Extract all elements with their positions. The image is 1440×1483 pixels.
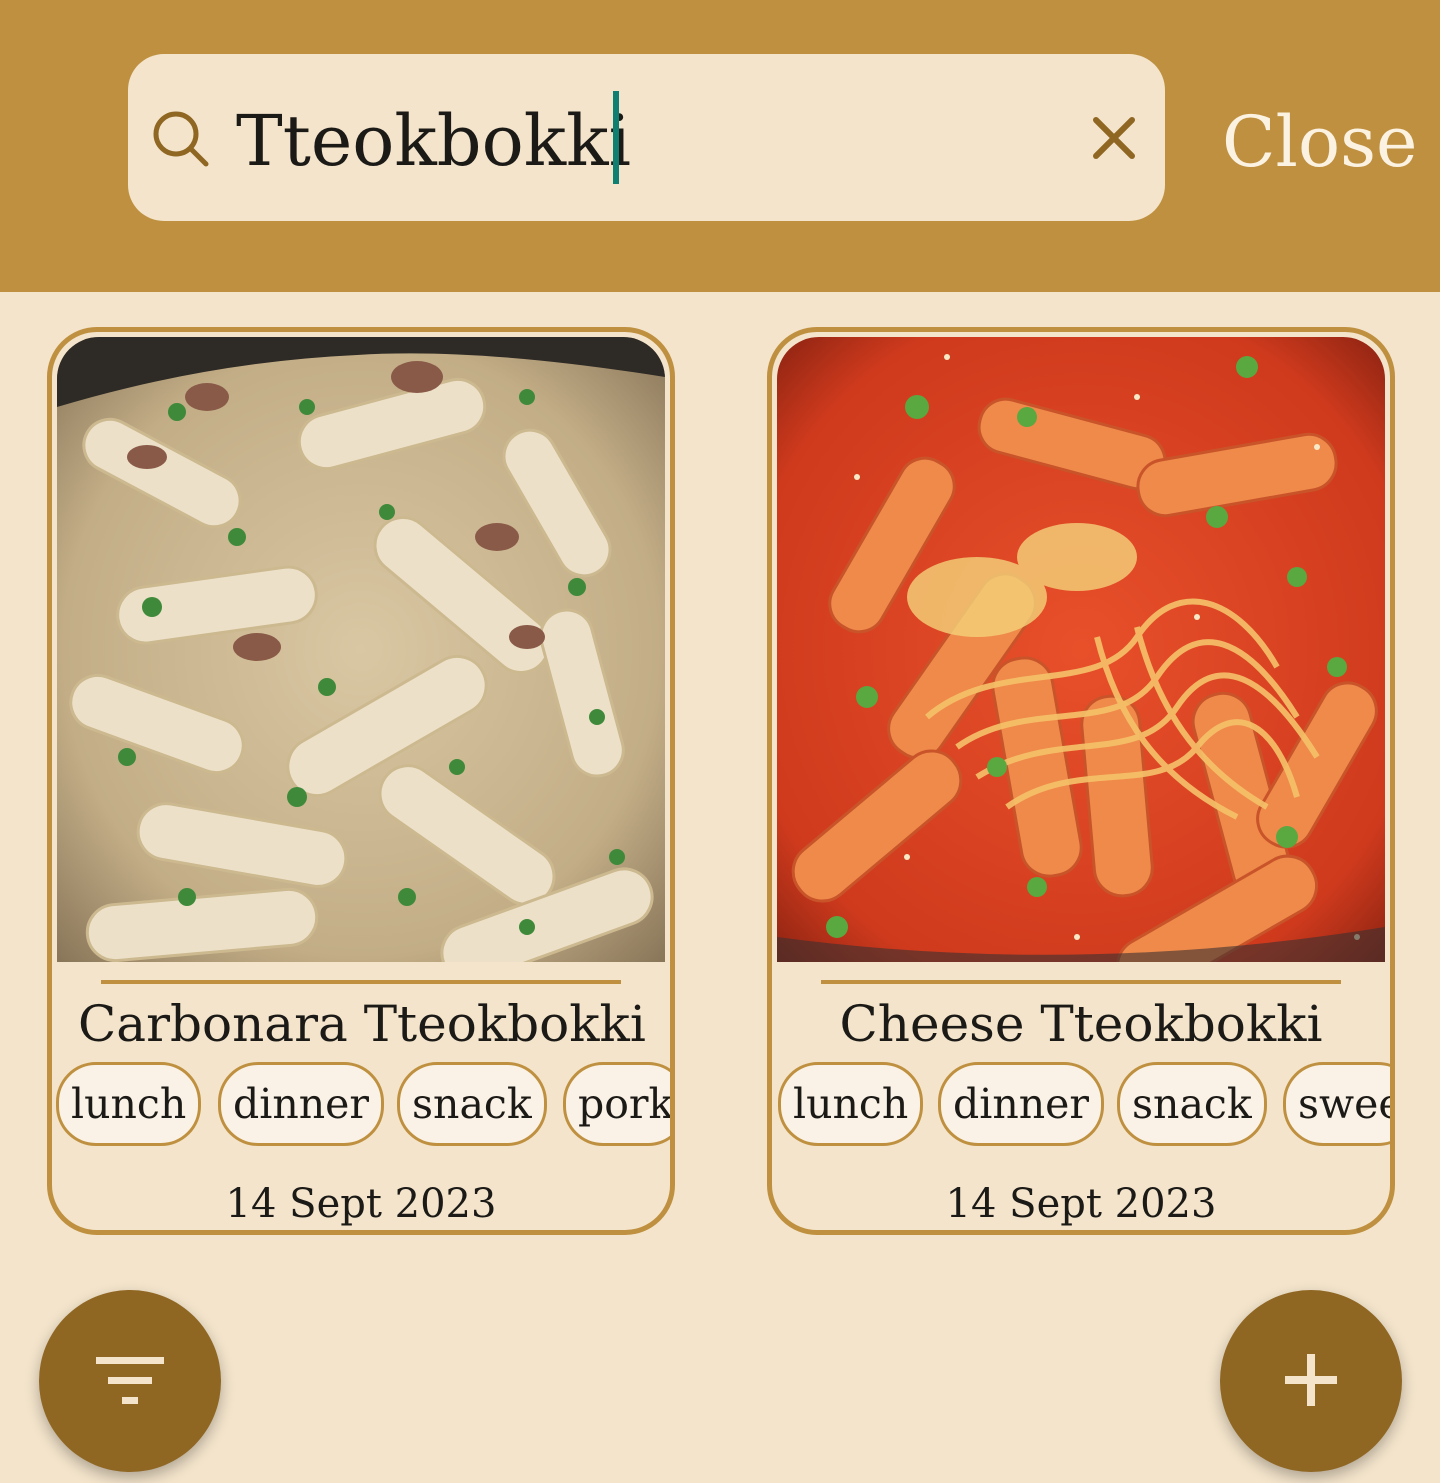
search-input[interactable]: Tteokbokki <box>236 96 631 186</box>
recipe-card[interactable]: Cheese Tteokbokki lunch dinner snack swe… <box>767 327 1395 1235</box>
recipe-date: 14 Sept 2023 <box>945 1181 1217 1227</box>
title-divider <box>821 980 1341 984</box>
tag-chip[interactable]: snack <box>1117 1062 1267 1146</box>
top-app-bar: Tteokbokki Close <box>0 0 1440 292</box>
plus-icon <box>1285 1354 1337 1406</box>
tag-list: lunch dinner snack pork <box>52 1062 670 1148</box>
search-icon <box>153 111 209 167</box>
recipe-photo <box>57 337 665 962</box>
tag-chip[interactable]: dinner <box>218 1062 385 1146</box>
filter-button[interactable] <box>39 1290 221 1472</box>
recipe-photo <box>777 337 1385 962</box>
tag-chip[interactable]: lunch <box>56 1062 202 1146</box>
title-divider <box>101 980 621 984</box>
close-icon[interactable] <box>1088 112 1140 164</box>
tag-chip[interactable]: lunch <box>778 1062 924 1146</box>
tag-chip[interactable]: pork <box>563 1062 670 1146</box>
tag-chip[interactable]: dinner <box>938 1062 1105 1146</box>
text-caret <box>613 91 619 184</box>
recipe-title: Cheese Tteokbokki <box>839 995 1323 1053</box>
tag-chip[interactable]: swee <box>1283 1062 1390 1146</box>
add-recipe-button[interactable] <box>1220 1290 1402 1472</box>
tag-chip[interactable]: snack <box>397 1062 547 1146</box>
recipe-card[interactable]: Carbonara Tteokbokki lunch dinner snack … <box>47 327 675 1235</box>
recipe-date: 14 Sept 2023 <box>225 1181 497 1227</box>
filter-icon <box>96 1357 164 1404</box>
recipe-title: Carbonara Tteokbokki <box>78 995 646 1053</box>
close-button[interactable]: Close <box>1222 94 1417 190</box>
tag-list: lunch dinner snack swee <box>772 1062 1390 1148</box>
